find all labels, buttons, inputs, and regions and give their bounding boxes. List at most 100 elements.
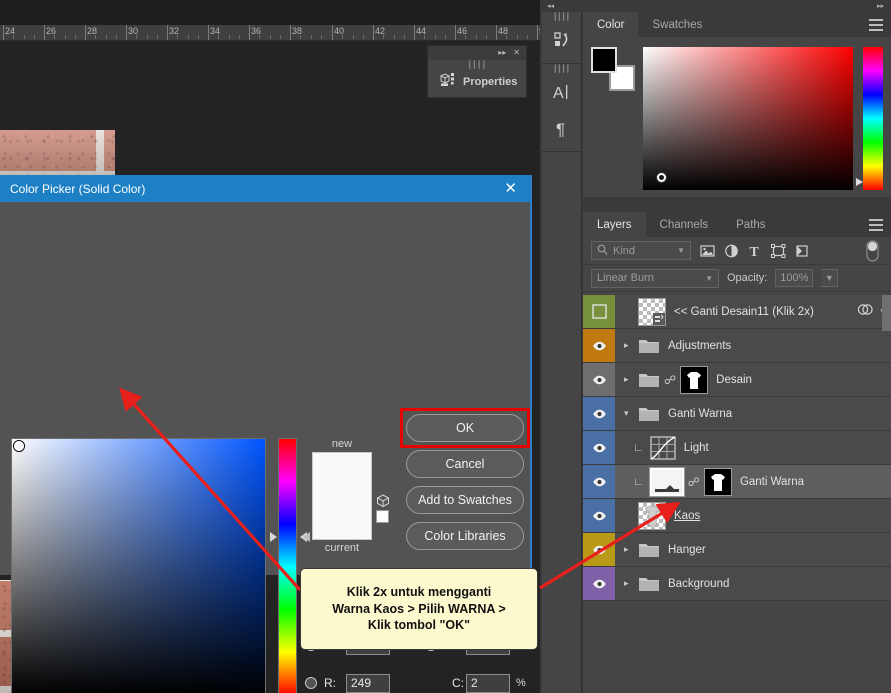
ruler-minor-tick [300, 35, 301, 39]
layer-row[interactable]: ∟ ☍ Ganti Warna [583, 465, 891, 499]
add-to-swatches-button[interactable]: Add to Swatches [406, 486, 524, 514]
paragraph-icon[interactable]: ¶ [542, 110, 581, 146]
web-safe-color-chip[interactable] [376, 510, 389, 523]
layer-name[interactable]: Background [668, 578, 729, 590]
ruler-minor-tick [311, 35, 312, 39]
tab-paths[interactable]: Paths [722, 212, 780, 237]
chevron-down-icon[interactable]: ▾ [624, 408, 632, 419]
layer-row[interactable]: << Ganti Desain11 (Klik 2x) ▾ [583, 295, 891, 329]
chevron-right-icon[interactable]: ▸ [624, 578, 632, 589]
panel-menu-icon[interactable] [869, 19, 883, 34]
panel-menu-icon[interactable] [869, 219, 883, 234]
tab-swatches[interactable]: Swatches [638, 12, 717, 37]
properties-panel[interactable]: ▸▸ ✕ ┃┃┃┃ Properties [427, 45, 527, 98]
chevron-right-icon[interactable]: ▸ [624, 340, 632, 351]
layer-name[interactable]: Hanger [668, 544, 706, 556]
layer-row[interactable]: ▾ Ganti Warna [583, 397, 891, 431]
color-libraries-button[interactable]: Color Libraries [406, 522, 524, 550]
layer-row[interactable]: ▸ ☍ Desain [583, 363, 891, 397]
layer-row[interactable]: ∟ Light [583, 431, 891, 465]
tab-layers[interactable]: Layers [583, 212, 646, 237]
double-chevron-right-icon[interactable]: ▸▸ [498, 49, 506, 57]
layer-visibility-toggle[interactable] [583, 499, 615, 532]
layer-content: ▸ Background [615, 567, 891, 600]
out-of-web-gamut-icon[interactable] [376, 494, 390, 508]
adjustment-layer-filter-icon[interactable] [724, 244, 739, 258]
layer-name[interactable]: << Ganti Desain11 (Klik 2x) [674, 306, 814, 318]
layer-visibility-toggle[interactable] [583, 397, 615, 430]
layer-visibility-toggle[interactable] [583, 431, 615, 464]
layer-visibility-toggle[interactable] [583, 533, 615, 566]
sv-marker[interactable] [14, 441, 24, 451]
layer-visibility-toggle[interactable] [583, 363, 615, 396]
pixel-layer-filter-icon[interactable] [700, 244, 715, 258]
cancel-button[interactable]: Cancel [406, 450, 524, 478]
layer-visibility-toggle[interactable] [583, 465, 615, 498]
double-chevron-right-icon[interactable]: ▸▸ [877, 2, 884, 10]
color-field-input[interactable]: 249 [346, 673, 390, 693]
layer-thumbnail-group [638, 575, 660, 593]
layer-row[interactable]: ▸ Background [583, 567, 891, 601]
clipping-mask-icon: ∟ [633, 475, 644, 488]
curves-adjustment-icon[interactable] [650, 435, 676, 460]
link-icon[interactable]: ☍ [688, 475, 700, 489]
filter-toggle-icon[interactable] [866, 240, 879, 262]
layer-name[interactable]: Ganti Warna [740, 476, 804, 488]
ok-button[interactable]: OK [406, 414, 524, 442]
blend-mode-select[interactable]: Linear Burn ▼ [591, 268, 719, 288]
color-panel-sv-marker[interactable] [657, 173, 666, 182]
solid-color-layer-thumbnail[interactable] [648, 466, 685, 497]
layer-list-scrollbar[interactable] [882, 295, 891, 331]
horizontal-ruler[interactable]: 242628303234363840424446485 [0, 25, 540, 41]
layer-name[interactable]: Light [684, 442, 709, 454]
layer-content: Kaos [615, 499, 891, 532]
tab-channels[interactable]: Channels [645, 212, 723, 237]
chevron-down-icon[interactable]: ▼ [677, 246, 685, 255]
color-panel-body [583, 37, 891, 197]
layer-mask-thumbnail[interactable] [703, 467, 732, 496]
layer-thumbnail[interactable] [638, 501, 666, 530]
smart-object-effects-icon[interactable] [857, 303, 874, 321]
layer-name[interactable]: Desain [716, 374, 752, 386]
link-icon[interactable]: ☍ [664, 373, 676, 387]
close-icon[interactable]: ✕ [501, 181, 520, 196]
layer-name[interactable]: Kaos [674, 510, 700, 522]
saturation-brightness-field[interactable] [11, 438, 266, 693]
current-color-swatch[interactable] [312, 507, 372, 540]
shape-layer-filter-icon[interactable] [771, 243, 786, 258]
chevron-right-icon[interactable]: ▸ [624, 374, 632, 385]
panel-grip: ┃┃┃┃ [467, 62, 487, 69]
foreground-color-swatch[interactable] [591, 47, 617, 73]
layer-name[interactable]: Adjustments [668, 340, 731, 352]
layer-visibility-toggle[interactable] [583, 567, 615, 600]
layer-mask-thumbnail[interactable] [680, 365, 709, 394]
ruler-minor-tick [280, 35, 281, 39]
smart-object-filter-icon[interactable] [795, 244, 809, 258]
foreground-background-swatches[interactable] [591, 47, 635, 91]
chevron-right-icon[interactable]: ▸ [624, 544, 632, 555]
close-icon[interactable]: ✕ [513, 49, 520, 57]
layer-thumbnail[interactable] [638, 297, 666, 326]
opacity-value[interactable]: 100% [775, 269, 814, 287]
layer-filter-kind-select[interactable]: Kind ▼ [591, 241, 691, 260]
layer-visibility-toggle[interactable] [583, 295, 615, 328]
layer-row[interactable]: ▸ Adjustments [583, 329, 891, 363]
chevron-down-icon[interactable]: ▼ [705, 274, 713, 283]
color-picker-dialog[interactable]: Color Picker (Solid Color) ✕ Only Web Co… [0, 175, 532, 693]
double-chevron-left-icon[interactable]: ◂◂ [547, 2, 554, 10]
color-panel-hue-strip[interactable] [856, 47, 883, 190]
layer-name[interactable]: Ganti Warna [668, 408, 732, 420]
layer-row[interactable]: ▸ Hanger [583, 533, 891, 567]
history-actions-icon[interactable] [542, 22, 581, 58]
color-mode-radio[interactable] [305, 677, 317, 689]
type-layer-filter-icon[interactable]: T [748, 244, 762, 258]
hue-slider[interactable] [278, 438, 297, 693]
character-icon[interactable]: A [542, 74, 581, 110]
layer-visibility-toggle[interactable] [583, 329, 615, 362]
color-panel-sv-field[interactable] [643, 47, 853, 190]
color-field-input[interactable]: 2 [466, 673, 510, 693]
new-color-swatch[interactable] [312, 452, 372, 507]
opacity-dropdown-icon[interactable]: ▼ [821, 269, 839, 287]
tab-color[interactable]: Color [583, 12, 639, 37]
layer-row[interactable]: Kaos [583, 499, 891, 533]
